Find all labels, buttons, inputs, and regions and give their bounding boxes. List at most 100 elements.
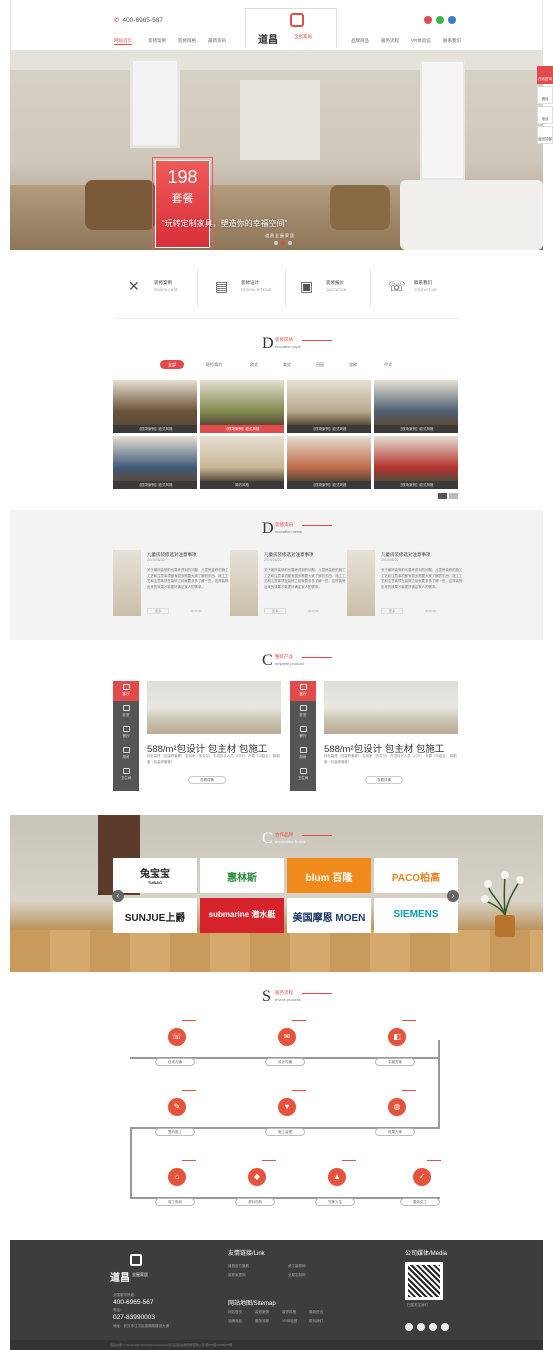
nav-styles[interactable]: 装修风格 bbox=[178, 38, 196, 44]
feature-item[interactable]: ▤ 装修设计 DESIGN OPTIONS bbox=[215, 272, 305, 302]
nav-process[interactable]: 服务流程 bbox=[381, 38, 399, 44]
gallery-item[interactable]: 【现场案例】欧式风格 bbox=[113, 380, 197, 433]
nav-home[interactable]: 网站首页 bbox=[114, 38, 132, 45]
gallery-item[interactable]: 【现场案例】欧式风格 bbox=[113, 436, 197, 489]
sitemap-link[interactable]: VR体验馆 bbox=[282, 1319, 297, 1324]
footer-link[interactable]: 全屋定制网 bbox=[288, 1273, 306, 1278]
nav-cases[interactable]: 装修案例 bbox=[148, 38, 166, 44]
nav-vr[interactable]: VR体验馆 bbox=[411, 38, 431, 44]
process-step[interactable]: ✉ 设计沟通 bbox=[260, 1020, 320, 1070]
promo-badge[interactable]: 198 套餐 bbox=[152, 157, 213, 250]
gallery-item[interactable]: 简约风格 bbox=[200, 436, 284, 489]
hero-banner[interactable]: 198 套餐 “玩转定制家具，塑造你的幸福空间” 道昌全屋家居 bbox=[10, 50, 543, 250]
nav-news[interactable]: 最新资讯 bbox=[208, 38, 226, 44]
process-step[interactable]: ◍ 效果方案 bbox=[370, 1090, 430, 1140]
process-step[interactable]: ◆ 资料归档 bbox=[230, 1160, 290, 1210]
product-detail-button[interactable]: 查看详情 bbox=[365, 776, 403, 784]
qq-icon[interactable] bbox=[429, 1323, 437, 1331]
nav-contact[interactable]: 联系我们 bbox=[443, 38, 461, 44]
gallery-item[interactable]: 【现场案例】欧式风格 bbox=[200, 380, 284, 433]
footer-link[interactable]: 武汉装修网 bbox=[288, 1264, 306, 1269]
product-photo[interactable] bbox=[147, 681, 281, 734]
feature-item[interactable]: ☏ 联系我们 CONTACT US bbox=[388, 272, 478, 302]
room-icon bbox=[123, 705, 130, 711]
product-menu-item[interactable]: 厨房 bbox=[290, 744, 316, 764]
gallery-item[interactable]: 【现场案例】欧式风格 bbox=[374, 436, 458, 489]
product-photo[interactable] bbox=[324, 681, 458, 734]
product-menu-item[interactable]: 厨房 bbox=[113, 744, 139, 764]
process-step[interactable]: ✎ 签约施工 bbox=[150, 1090, 210, 1140]
process-step[interactable]: ▲ 完美入住 bbox=[310, 1160, 370, 1210]
brand-logo[interactable]: 惠林斯 bbox=[200, 858, 284, 893]
weibo-icon[interactable] bbox=[424, 16, 432, 24]
product-menu-item[interactable]: 卧室 bbox=[290, 702, 316, 722]
brand-prev-arrow[interactable]: ‹ bbox=[112, 890, 124, 902]
side-tool-top[interactable]: 返回顶部 bbox=[537, 126, 553, 144]
news-item[interactable]: 儿童房装修选对注意事项 2015/05/20 关于最好装修前也要考虑到的问题，儿童房… bbox=[113, 550, 231, 620]
nav-brands[interactable]: 品牌商品 bbox=[351, 38, 369, 44]
brand-logo[interactable]: blum 百隆 bbox=[287, 858, 371, 893]
style-tab[interactable]: 美式 bbox=[277, 360, 297, 369]
product-menu-item[interactable]: 餐厅 bbox=[290, 723, 316, 743]
wechat-icon[interactable] bbox=[436, 16, 444, 24]
side-tool-wechat[interactable]: 微信 bbox=[537, 86, 553, 104]
product-menu-item[interactable]: 卫生间 bbox=[290, 765, 316, 785]
sitemap-link[interactable]: 最新资讯 bbox=[309, 1310, 323, 1315]
process-step[interactable]: ✓ 整体交工 bbox=[395, 1160, 455, 1210]
side-tool-phone[interactable]: 电话 bbox=[537, 106, 553, 124]
style-tab[interactable]: 北欧 bbox=[343, 360, 363, 369]
feature-item[interactable]: ▣ 装修报价 QUOTATION bbox=[300, 272, 390, 302]
gallery-item[interactable]: 【现场案例】欧式风格 bbox=[287, 436, 371, 489]
gallery-item[interactable]: 【现场案例】欧式风格 bbox=[374, 380, 458, 433]
style-tab[interactable]: 田园 bbox=[310, 360, 330, 369]
news-more-button[interactable]: 更多 bbox=[381, 608, 403, 614]
wechat-icon[interactable] bbox=[417, 1323, 425, 1331]
sitemap-link[interactable]: 装修案例 bbox=[255, 1310, 269, 1315]
process-step[interactable]: ⌂ 竣工验收 bbox=[150, 1160, 210, 1210]
brand-logo[interactable]: 兔宝宝 TUBAO bbox=[113, 858, 197, 893]
sitemap-link[interactable]: 装修风格 bbox=[282, 1310, 296, 1315]
carousel-dot[interactable] bbox=[288, 241, 292, 245]
product-menu-item[interactable]: 卧室 bbox=[113, 702, 139, 722]
news-item[interactable]: 儿童房装修选对注意事项 2015/05/20 关于最好装修前也要考虑到的问题，儿童房… bbox=[230, 550, 348, 620]
brand-logo[interactable]: submarine 潜水艇 bbox=[200, 898, 284, 933]
gallery-item[interactable]: 【现场案例】欧式风格 bbox=[287, 380, 371, 433]
footer-link[interactable]: 道昌官方旗舰 bbox=[228, 1264, 249, 1269]
sitemap-link[interactable]: 联系我们 bbox=[309, 1319, 323, 1324]
pager-next[interactable] bbox=[449, 493, 458, 499]
footer-logo[interactable]: 道昌 全屋家居 bbox=[110, 1254, 160, 1284]
brand-logo[interactable]: 美国摩恩 MOEN bbox=[287, 898, 371, 933]
brand-logo[interactable]: SUNJUE上爵 bbox=[113, 898, 197, 933]
product-detail-button[interactable]: 查看详情 bbox=[188, 776, 226, 784]
news-more-button[interactable]: 更多 bbox=[147, 608, 169, 614]
logo[interactable]: 道昌 全屋家居 bbox=[245, 8, 337, 48]
news-more-button[interactable]: 更多 bbox=[264, 608, 286, 614]
weibo-icon[interactable] bbox=[405, 1323, 413, 1331]
product-menu-item[interactable]: 客厅 bbox=[290, 681, 316, 701]
side-tool-chat[interactable]: 在线咨询 bbox=[537, 66, 553, 84]
style-tab[interactable]: 现代/简约 bbox=[197, 360, 231, 369]
mail-icon[interactable] bbox=[441, 1323, 449, 1331]
process-step[interactable]: ◧ 平面方案 bbox=[370, 1020, 430, 1070]
qq-icon[interactable] bbox=[448, 16, 456, 24]
sitemap-link[interactable]: 网站首页 bbox=[228, 1310, 242, 1315]
process-step[interactable]: ♥ 施工监理 bbox=[260, 1090, 320, 1140]
style-tab[interactable]: 中式 bbox=[376, 360, 400, 369]
style-tab[interactable]: 全部 bbox=[160, 360, 184, 369]
carousel-dot[interactable] bbox=[274, 241, 278, 245]
product-menu-item[interactable]: 餐厅 bbox=[113, 723, 139, 743]
sitemap-link[interactable]: 品牌商品 bbox=[228, 1319, 242, 1324]
style-tab[interactable]: 欧式 bbox=[244, 360, 264, 369]
brand-next-arrow[interactable]: › bbox=[447, 890, 459, 902]
pager-prev[interactable] bbox=[438, 493, 447, 499]
feature-item[interactable]: ✕ 装修案例 DESIGN CASE bbox=[128, 272, 218, 302]
carousel-dot-active[interactable] bbox=[281, 241, 285, 245]
sitemap-link[interactable]: 服务流程 bbox=[255, 1319, 269, 1324]
news-item[interactable]: 儿童房装修选对注意事项 2015/05/20 关于最好装修前也要考虑到的问题，儿童房… bbox=[347, 550, 465, 620]
product-menu-item[interactable]: 卫生间 bbox=[113, 765, 139, 785]
product-menu-item[interactable]: 客厅 bbox=[113, 681, 139, 701]
brand-logo[interactable]: PACO柏高 bbox=[374, 858, 458, 893]
footer-link[interactable]: 装修家居网 bbox=[228, 1273, 246, 1278]
process-step[interactable]: ☏ 在线沟通 bbox=[150, 1020, 210, 1070]
brand-logo[interactable]: SIEMENS bbox=[374, 898, 458, 933]
